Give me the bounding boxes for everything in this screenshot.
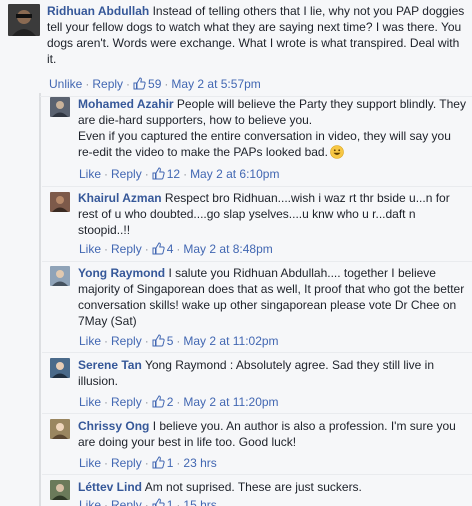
grinning-face-icon xyxy=(330,145,344,159)
comment-timestamp[interactable]: May 2 at 11:02pm xyxy=(183,334,278,348)
comment-timestamp[interactable]: May 2 at 11:20pm xyxy=(183,395,278,409)
comment-author[interactable]: Ridhuan Abdullah xyxy=(47,4,149,18)
divider xyxy=(42,186,472,187)
like-count-value: 5 xyxy=(166,334,174,348)
like-count-value: 12 xyxy=(166,167,181,181)
comment-author[interactable]: Chrissy Ong xyxy=(78,419,149,433)
comment-timestamp[interactable]: May 2 at 8:48pm xyxy=(183,242,272,256)
comment-actions: Like · Reply · 5 · May 2 at 11:02pm xyxy=(79,334,279,348)
comment-author[interactable]: Khairul Azman xyxy=(78,191,162,205)
comment-author[interactable]: Léttev Lind xyxy=(78,480,142,494)
avatar[interactable] xyxy=(50,358,70,378)
thumbs-up-icon xyxy=(152,242,165,255)
comment-actions: Like · Reply · 4 · May 2 at 8:48pm xyxy=(79,242,273,256)
comment-actions: Like · Reply · 1 · 23 hrs xyxy=(79,456,217,470)
thumbs-up-icon xyxy=(152,395,165,408)
divider xyxy=(42,413,472,414)
like-count-value: 1 xyxy=(166,456,174,470)
like-link[interactable]: Like xyxy=(79,498,101,506)
like-count[interactable]: 1 xyxy=(152,498,174,506)
comment-actions: Like · Reply · 2 · May 2 at 11:20pm xyxy=(79,395,279,409)
comment-actions: Unlike · Reply · 59 · May 2 at 5:57pm xyxy=(49,77,261,91)
like-link[interactable]: Like xyxy=(79,395,101,409)
like-count[interactable]: 12 xyxy=(152,167,180,181)
comment-timestamp[interactable]: 23 hrs xyxy=(183,456,216,470)
reply-link[interactable]: Reply xyxy=(111,334,142,348)
avatar[interactable] xyxy=(50,97,70,117)
unlike-link[interactable]: Unlike xyxy=(49,77,82,91)
like-count[interactable]: 5 xyxy=(152,334,174,348)
thumbs-up-icon xyxy=(152,456,165,469)
thumbs-up-icon xyxy=(152,167,165,180)
comment-actions: Like · Reply · 1 · 15 hrs xyxy=(79,498,217,506)
divider xyxy=(42,352,472,353)
reply-link[interactable]: Reply xyxy=(111,395,142,409)
reply-thread-line xyxy=(39,93,41,506)
reply-link[interactable]: Reply xyxy=(111,167,142,181)
reply-link[interactable]: Reply xyxy=(111,498,142,506)
avatar[interactable] xyxy=(8,4,40,36)
divider xyxy=(42,474,472,475)
like-count[interactable]: 4 xyxy=(152,242,174,256)
like-link[interactable]: Like xyxy=(79,242,101,256)
like-count-value: 59 xyxy=(148,77,162,91)
comment-timestamp[interactable]: May 2 at 6:10pm xyxy=(190,167,279,181)
comment-timestamp[interactable]: May 2 at 5:57pm xyxy=(171,77,260,91)
like-link[interactable]: Like xyxy=(79,456,101,470)
thumbs-up-icon xyxy=(152,334,165,347)
reply-link[interactable]: Reply xyxy=(111,456,142,470)
comment-thread: Ridhuan Abdullah Instead of telling othe… xyxy=(0,0,472,506)
divider xyxy=(42,261,472,262)
avatar[interactable] xyxy=(50,480,70,500)
comment-timestamp[interactable]: 15 hrs xyxy=(183,498,216,506)
comment-author[interactable]: Yong Raymond xyxy=(78,266,165,280)
comment-text-2: Even if you captured the entire conversa… xyxy=(78,129,451,159)
reply-link[interactable]: Reply xyxy=(111,242,142,256)
like-link[interactable]: Like xyxy=(79,334,101,348)
thumbs-up-icon xyxy=(133,77,146,90)
avatar[interactable] xyxy=(50,266,70,286)
comment-author[interactable]: Mohamed Azahir xyxy=(78,97,174,111)
thumbs-up-icon xyxy=(152,498,165,506)
reply-link[interactable]: Reply xyxy=(92,77,123,91)
like-count-value: 2 xyxy=(166,395,174,409)
like-count[interactable]: 2 xyxy=(152,395,174,409)
like-count-value: 4 xyxy=(166,242,174,256)
like-link[interactable]: Like xyxy=(79,167,101,181)
avatar[interactable] xyxy=(50,419,70,439)
like-count[interactable]: 59 xyxy=(133,77,161,91)
like-count[interactable]: 1 xyxy=(152,456,174,470)
comment-actions: Like · Reply · 12 · May 2 at 6:10pm xyxy=(79,167,280,181)
comment-text: Am not suprised. These are just suckers. xyxy=(144,480,362,494)
avatar[interactable] xyxy=(50,192,70,212)
comment-author[interactable]: Serene Tan xyxy=(78,358,142,372)
like-count-value: 1 xyxy=(166,498,174,506)
